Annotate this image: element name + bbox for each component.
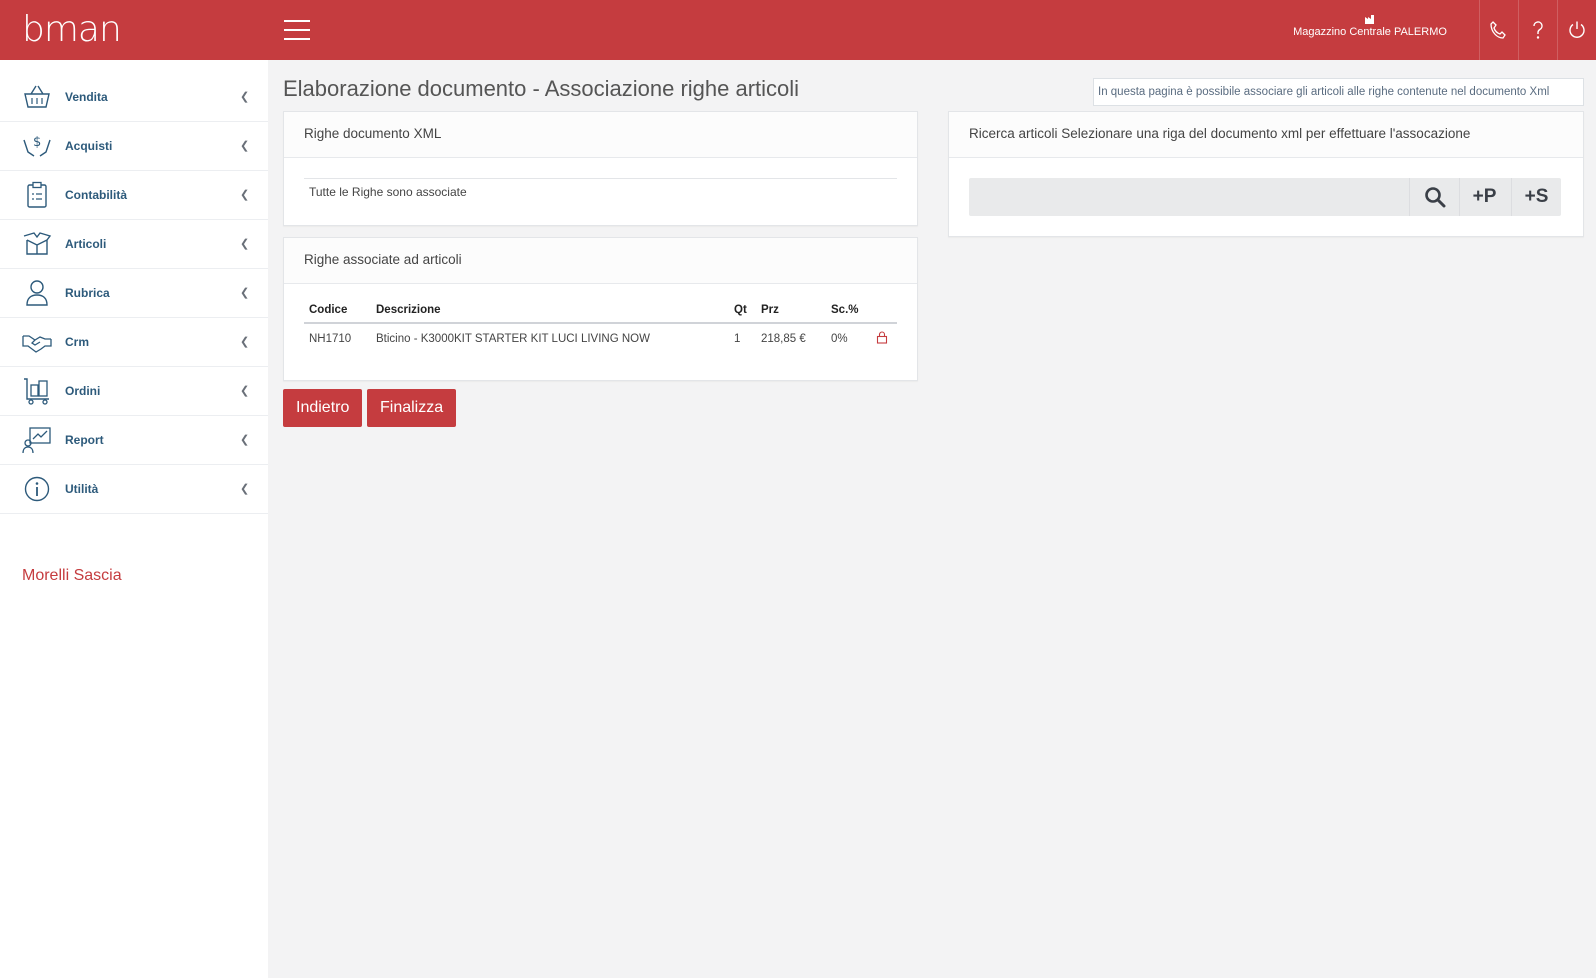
sidebar-item-label: Ordini — [65, 384, 101, 398]
sidebar-item-contabilita[interactable]: Contabilità ❮ — [0, 171, 268, 220]
cell-descrizione: Bticino - K3000KIT STARTER KIT LUCI LIVI… — [376, 333, 650, 345]
chevron-left-icon: ❮ — [240, 336, 250, 348]
sidebar-item-utilita[interactable]: Utilità ❮ — [0, 465, 268, 514]
user-name[interactable]: Morelli Sascia — [22, 567, 122, 585]
associated-rows-table: Codice Descrizione Qt Prz Sc.% NH1710 Bt… — [304, 304, 897, 347]
info-icon — [22, 474, 52, 504]
search-icon — [1424, 187, 1445, 208]
search-bar: +P +S — [969, 178, 1561, 216]
sidebar-item-report[interactable]: Report ❮ — [0, 416, 268, 465]
person-icon — [22, 278, 52, 308]
finalize-button[interactable]: Finalizza — [367, 389, 457, 427]
basket-icon — [22, 82, 52, 112]
chevron-left-icon: ❮ — [240, 238, 250, 250]
sidebar-item-crm[interactable]: Crm ❮ — [0, 318, 268, 367]
chevron-left-icon: ❮ — [240, 385, 250, 397]
associated-rows-panel: Righe associate ad articoli Codice Descr… — [283, 237, 918, 381]
column-header: Prz — [756, 304, 826, 324]
box-icon — [22, 229, 52, 259]
table-row[interactable]: NH1710 Bticino - K3000KIT STARTER KIT LU… — [304, 323, 897, 347]
add-service-button[interactable]: +S — [1511, 178, 1561, 216]
lock-button[interactable] — [871, 323, 897, 347]
sidebar-item-label: Acquisti — [65, 139, 113, 153]
warehouse-selector[interactable]: Magazzino Centrale PALERMO — [1270, 14, 1470, 38]
xml-rows-message: Tutte le Righe sono associate — [304, 178, 897, 199]
phone-button[interactable] — [1479, 0, 1518, 60]
sidebar-item-articoli[interactable]: Articoli ❮ — [0, 220, 268, 269]
article-search-panel: Ricerca articoli Selezionare una riga de… — [948, 111, 1584, 237]
help-icon — [1533, 21, 1543, 39]
power-icon — [1569, 21, 1585, 38]
column-header — [871, 304, 897, 324]
column-header: Descrizione — [371, 304, 729, 324]
sidebar-item-label: Report — [65, 433, 104, 447]
hands-money-icon: $ — [22, 131, 52, 161]
sidebar: Vendita ❮ $ Acquisti ❮ Contabilità ❮ Art… — [0, 60, 268, 978]
sidebar-item-label: Contabilità — [65, 188, 127, 202]
sidebar-item-label: Vendita — [65, 90, 108, 104]
chevron-left-icon: ❮ — [240, 287, 250, 299]
sidebar-item-rubrica[interactable]: Rubrica ❮ — [0, 269, 268, 318]
lock-icon — [876, 331, 888, 344]
add-product-button[interactable]: +P — [1459, 178, 1509, 216]
chart-report-icon — [22, 425, 52, 455]
sidebar-item-acquisti[interactable]: $ Acquisti ❮ — [0, 122, 268, 171]
handshake-icon — [22, 327, 52, 357]
chevron-left-icon: ❮ — [240, 91, 250, 103]
clipboard-icon — [22, 180, 52, 210]
chevron-left-icon: ❮ — [240, 189, 250, 201]
phone-icon — [1490, 21, 1506, 39]
top-bar: bman Magazzino Centrale PALERMO — [0, 0, 1596, 60]
chevron-left-icon: ❮ — [240, 483, 250, 495]
xml-rows-panel: Righe documento XML Tutte le Righe sono … — [283, 111, 918, 226]
sidebar-item-ordini[interactable]: Ordini ❮ — [0, 367, 268, 416]
sidebar-item-vendita[interactable]: Vendita ❮ — [0, 73, 268, 122]
cell-sc: 0% — [831, 333, 848, 345]
back-button[interactable]: Indietro — [283, 389, 363, 427]
cell-qt: 1 — [734, 333, 741, 345]
column-header: Qt — [729, 304, 756, 324]
menu-toggle-icon[interactable] — [284, 20, 310, 40]
sidebar-item-label: Utilità — [65, 482, 99, 496]
page-title: Elaborazione documento - Associazione ri… — [283, 76, 800, 101]
logout-button[interactable] — [1557, 0, 1596, 60]
sidebar-item-label: Articoli — [65, 237, 107, 251]
search-input[interactable] — [969, 178, 1409, 216]
panel-title: Righe documento XML — [284, 112, 917, 158]
panel-title: Righe associate ad articoli — [284, 238, 917, 284]
panel-title: Ricerca articoli Selezionare una riga de… — [949, 112, 1583, 158]
cart-boxes-icon — [22, 376, 52, 406]
svg-text:$: $ — [33, 135, 41, 150]
chevron-left-icon: ❮ — [240, 434, 250, 446]
help-button[interactable] — [1518, 0, 1557, 60]
logo[interactable]: bman — [22, 12, 122, 48]
info-box: In questa pagina è possibile associare g… — [1093, 78, 1584, 106]
column-header: Sc.% — [826, 304, 871, 324]
warehouse-label: Magazzino Centrale PALERMO — [1293, 26, 1447, 38]
chevron-left-icon: ❮ — [240, 140, 250, 152]
cell-codice: NH1710 — [309, 333, 352, 345]
search-button[interactable] — [1409, 178, 1459, 216]
sidebar-item-label: Crm — [65, 335, 90, 349]
factory-icon — [1365, 15, 1374, 24]
cell-prz: 218,85 € — [761, 333, 806, 345]
column-header: Codice — [304, 304, 371, 324]
sidebar-item-label: Rubrica — [65, 286, 110, 300]
